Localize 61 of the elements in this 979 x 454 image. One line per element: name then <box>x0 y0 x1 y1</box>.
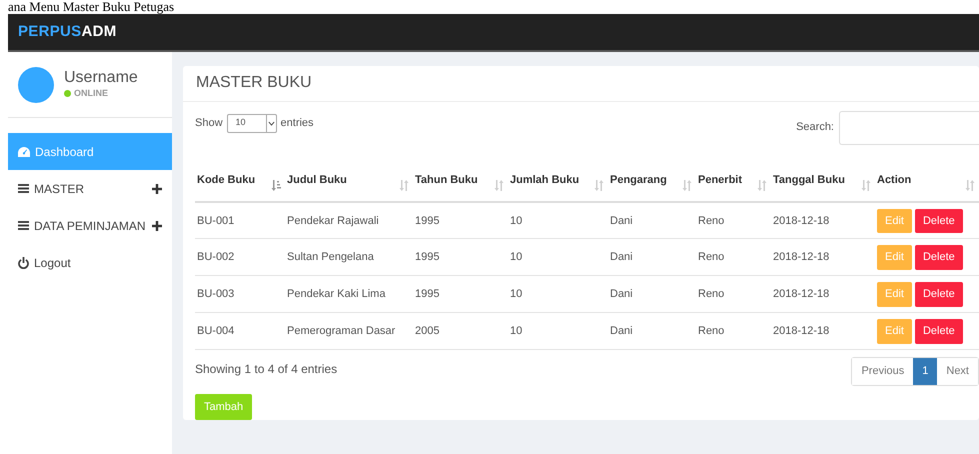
power-icon <box>18 256 29 268</box>
table-cell: 10 <box>508 276 608 312</box>
column-header[interactable]: Action <box>875 164 979 202</box>
user-name: Username <box>64 68 138 87</box>
column-header[interactable]: Judul Buku <box>285 164 413 202</box>
table-cell: 1995 <box>413 276 508 312</box>
table-cell: Pendekar Kaki Lima <box>285 276 413 312</box>
menu-icon <box>18 221 29 230</box>
table-cell: 2005 <box>413 312 508 350</box>
entries-select[interactable]: 10 <box>226 114 277 132</box>
table-cell: Sultan Pengelana <box>285 238 413 276</box>
delete-button[interactable]: Delete <box>914 319 963 344</box>
table-cell: 2018-12-18 <box>771 312 875 350</box>
user-status: ONLINE <box>74 86 108 100</box>
show-label: Show <box>195 116 223 131</box>
table-cell: 2018-12-18 <box>771 276 875 312</box>
caption-text: ana Menu Master Buku Petugas <box>7 0 176 14</box>
table-cell: 1995 <box>413 202 508 238</box>
table-cell: 10 <box>508 312 608 350</box>
table-cell: 10 <box>508 238 608 276</box>
table-cell: 2018-12-18 <box>771 202 875 238</box>
card-title: MASTER BUKU <box>183 66 979 102</box>
column-header[interactable]: Jumlah Buku <box>508 164 608 202</box>
sidebar-item[interactable]: DATA PEMINJAMAN <box>8 207 172 244</box>
column-header[interactable]: Tanggal Buku <box>771 164 875 202</box>
table-cell: BU-004 <box>195 312 285 350</box>
column-header[interactable]: Pengarang <box>608 164 696 202</box>
search-label: Search: <box>796 120 834 136</box>
delete-button[interactable]: Delete <box>914 245 963 270</box>
entries-label: entries <box>280 116 314 131</box>
avatar-placeholder <box>18 66 54 102</box>
column-header[interactable]: Kode Buku <box>195 164 285 202</box>
gauge-icon <box>18 146 30 156</box>
table-cell: Reno <box>696 312 771 350</box>
table-cell: 2018-12-18 <box>771 238 875 276</box>
table-cell: BU-001 <box>195 202 285 238</box>
menu-icon <box>18 184 29 193</box>
table-cell: Reno <box>696 202 771 238</box>
column-header[interactable]: Penerbit <box>696 164 771 202</box>
table-cell: Dani <box>608 202 696 238</box>
page-link[interactable]: 1 <box>913 358 938 384</box>
table-cell: 1995 <box>413 238 508 276</box>
table-cell: 10 <box>508 202 608 238</box>
caret-icon <box>266 114 276 132</box>
table-cell: Reno <box>696 276 771 312</box>
brand-logo[interactable]: PERPUSADM <box>18 20 117 44</box>
table-cell: Dani <box>608 312 696 350</box>
table-cell: BU-002 <box>195 238 285 276</box>
table-cell: BU-003 <box>195 276 285 312</box>
table-cell: Pemerograman Dasar <box>285 312 413 350</box>
table-cell: Reno <box>696 238 771 276</box>
table-cell: Dani <box>608 238 696 276</box>
column-header[interactable]: Tahun Buku <box>413 164 508 202</box>
sidebar-item[interactable]: MASTER <box>8 170 172 207</box>
search-field[interactable] <box>839 110 979 144</box>
delete-button[interactable]: Delete <box>914 282 963 306</box>
table-cell: Pendekar Rajawali <box>285 202 413 238</box>
delete-button[interactable]: Delete <box>914 208 963 233</box>
entries-info: Showing 1 to 4 of 4 entries <box>195 361 338 378</box>
sidebar-item[interactable]: Logout <box>8 244 172 281</box>
table-cell: Dani <box>608 276 696 312</box>
